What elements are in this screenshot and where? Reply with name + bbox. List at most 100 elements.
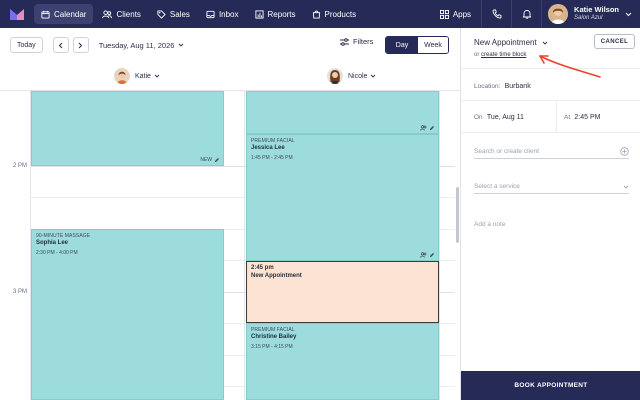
inbox-icon: [206, 10, 215, 18]
panel-title: New Appointment: [474, 38, 537, 47]
nav-clients-label: Clients: [116, 9, 141, 19]
chevron-down-icon: [179, 43, 184, 47]
staff-name: Katie: [135, 72, 151, 80]
nav-inbox[interactable]: Inbox: [199, 4, 246, 24]
time-field[interactable]: At 2:45 PM: [564, 112, 600, 121]
nav-calendar[interactable]: Calendar: [34, 4, 94, 24]
date-label: Tuesday, Aug 11, 2026: [98, 40, 175, 50]
appointment-block[interactable]: 90-MINUTE MASSAGE Sophia Lee 2:30 PM - 4…: [31, 229, 224, 400]
top-navigation: Calendar Clients Sales Inbox Reports Pro…: [0, 0, 640, 28]
nav-right-section: Apps Katie Wilson Salon Azul: [430, 0, 640, 28]
phone-button[interactable]: [482, 0, 513, 28]
new-appointment-panel: New Appointment or create time block CAN…: [460, 28, 640, 400]
appointment-time: 3:15 PM - 4:15 PM: [251, 344, 293, 350]
staff-nicole[interactable]: Nicole: [327, 68, 376, 84]
people-icon: [420, 125, 427, 131]
time-column: 2 PM 3 PM: [0, 91, 31, 400]
calendar-scrollbar[interactable]: [456, 187, 459, 243]
user-salon: Salon Azul: [574, 15, 603, 21]
nav-products[interactable]: Products: [305, 4, 364, 24]
row-divider: [556, 101, 557, 133]
new-appointment-time: 2:45 pm: [251, 265, 274, 271]
notifications-button[interactable]: [512, 0, 543, 28]
filters-button[interactable]: Filters: [340, 37, 373, 46]
nav-sales[interactable]: Sales: [150, 4, 197, 24]
location-label: Location:: [474, 83, 501, 90]
chevron-down-icon: [371, 74, 376, 78]
appointment-service: 90-MINUTE MASSAGE: [36, 233, 91, 239]
cancel-button[interactable]: CANCEL: [594, 34, 635, 49]
today-button[interactable]: Today: [10, 37, 43, 53]
appointment-client: Jessica Lee: [251, 145, 285, 151]
note-placeholder: Add a note: [474, 220, 506, 228]
bag-icon: [312, 10, 320, 19]
chevron-left-icon: [58, 42, 63, 48]
appointment-status-icons: [418, 252, 435, 258]
new-appointment-title: New Appointment: [251, 273, 302, 279]
date-time-row: On Tue, Aug 11 At 2:45 PM: [461, 100, 640, 133]
staff-avatar: [327, 68, 343, 84]
prev-day-button[interactable]: [52, 37, 69, 53]
people-icon: [420, 252, 427, 258]
new-appointment-block[interactable]: 2:45 pm New Appointment: [246, 261, 439, 323]
chevron-down-icon: [542, 41, 548, 45]
nav-inbox-label: Inbox: [218, 9, 239, 19]
chevron-down-icon: [623, 185, 629, 189]
appointment-client: Sophia Lee: [36, 240, 69, 246]
filter-icon: [340, 37, 349, 46]
appointment-block[interactable]: PREMIUM FACIAL Jessica Lee 1:45 PM - 2:4…: [246, 134, 439, 261]
appointment-service: PREMIUM FACIAL: [251, 138, 295, 144]
date-value: Tue, Aug 11: [486, 114, 524, 121]
book-appointment-button[interactable]: BOOK APPOINTMENT: [461, 371, 640, 400]
staff-name: Nicole: [348, 72, 368, 80]
panel-subtitle: or create time block: [474, 52, 526, 58]
nav-reports[interactable]: Reports: [248, 4, 303, 24]
chevron-down-icon: [625, 12, 632, 16]
column-divider: [244, 91, 245, 400]
view-week-button[interactable]: Week: [418, 37, 448, 53]
view-day-button[interactable]: Day: [386, 37, 418, 53]
appointment-block[interactable]: [246, 91, 439, 134]
location-value: Burbank: [504, 83, 531, 90]
chevron-down-icon: [154, 74, 160, 78]
appointment-block[interactable]: PREMIUM FACIAL Christine Bailey 3:15 PM …: [246, 323, 439, 400]
staff-katie[interactable]: Katie: [114, 68, 160, 84]
pencil-icon: [430, 253, 434, 257]
note-input[interactable]: Add a note: [474, 217, 629, 231]
service-select[interactable]: Select a service: [474, 180, 629, 194]
user-menu[interactable]: Katie Wilson Salon Azul: [542, 0, 640, 28]
appointment-type-dropdown[interactable]: New Appointment: [474, 38, 548, 47]
apps-label: Apps: [452, 9, 472, 19]
row-divider: [461, 132, 640, 133]
appointment-status-icons: [418, 125, 435, 131]
grid-icon: [439, 9, 449, 19]
bar-chart-icon: [254, 9, 264, 19]
apps-button[interactable]: Apps: [430, 0, 483, 28]
app-logo[interactable]: [0, 0, 34, 28]
pencil-icon: [430, 126, 434, 130]
user-name: Katie Wilson: [574, 5, 619, 14]
nav-calendar-label: Calendar: [54, 9, 87, 19]
next-day-button[interactable]: [72, 37, 89, 53]
view-toggle: Day Week: [385, 36, 449, 54]
nav-reports-label: Reports: [267, 9, 296, 19]
nav-products-label: Products: [324, 9, 357, 19]
user-avatar: [548, 4, 569, 24]
filters-label: Filters: [353, 37, 374, 46]
appointment-block[interactable]: NEW: [31, 91, 224, 166]
nav-clients[interactable]: Clients: [95, 4, 147, 24]
client-search-input[interactable]: Search or create client: [474, 145, 629, 159]
date-field[interactable]: On Tue, Aug 11: [474, 112, 524, 121]
staff-avatar: [114, 68, 130, 84]
chevron-right-icon: [78, 42, 83, 48]
subtitle-prefix: or: [474, 52, 480, 58]
date-picker[interactable]: Tuesday, Aug 11, 2026: [99, 41, 185, 50]
annotation-arrow-icon: [539, 55, 601, 78]
time-label-3pm: 3 PM: [12, 289, 27, 295]
service-placeholder: Select a service: [474, 183, 520, 190]
clients-icon: [102, 9, 113, 18]
phone-icon: [492, 9, 501, 19]
calendar-grid[interactable]: 2 PM 3 PM NEW 90-MINUTE MASSAGE Sophia L…: [0, 91, 460, 400]
create-time-block-link[interactable]: create time block: [481, 52, 526, 58]
time-value: 2:45 PM: [574, 114, 601, 121]
